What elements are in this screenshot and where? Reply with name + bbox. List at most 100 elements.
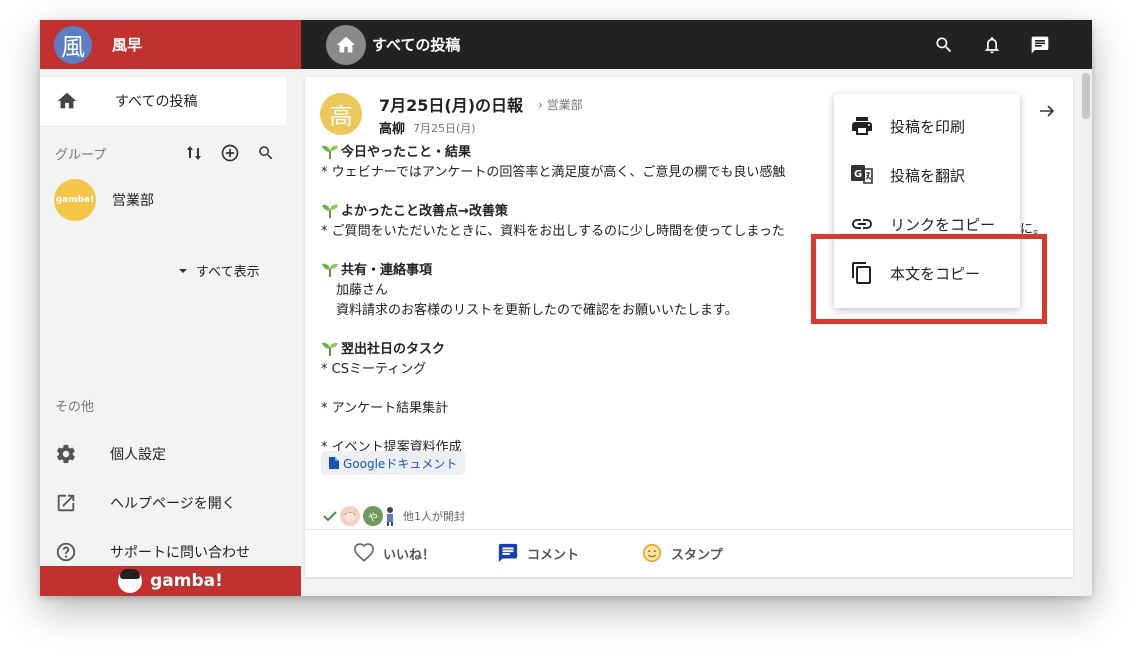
gamba-footer[interactable]: gamba!: [40, 566, 301, 596]
sidebar-item-help[interactable]: ヘルプページを開く: [55, 488, 236, 518]
help-circle-icon: [56, 542, 76, 562]
comment-label: コメント: [527, 547, 580, 563]
group-header: グループ: [55, 141, 277, 165]
menu-item-label: 本文をコピー: [890, 264, 981, 283]
sidebar-item-group[interactable]: gamba! 営業部: [54, 179, 154, 221]
author-avatar[interactable]: 高: [320, 93, 362, 135]
sidebar-nav: すべての投稿 グループ gamba! 営業部 すべて表示: [40, 69, 286, 360]
brand-logo[interactable]: 風: [54, 25, 92, 64]
document-icon: [329, 457, 339, 469]
comment-button[interactable]: コメント: [497, 542, 579, 564]
post-group-link[interactable]: › 営業部: [538, 96, 583, 113]
brand-name[interactable]: 風早: [112, 34, 142, 55]
search-icon: [259, 146, 273, 160]
sidebar-item-label: 個人設定: [110, 447, 166, 463]
post-date: 7月25日(月): [413, 122, 476, 135]
comment-icon: [498, 543, 518, 563]
page-title: すべての投稿: [372, 36, 461, 54]
add-circle-icon: [221, 144, 239, 162]
menu-item-print[interactable]: 投稿を印刷: [834, 102, 1020, 150]
open-post-button[interactable]: [1039, 103, 1055, 123]
sprout-icon: [322, 342, 338, 356]
menu-item-copy-body[interactable]: 本文をコピー: [834, 249, 1020, 297]
read-receipts[interactable]: や 他1人が開封: [323, 505, 465, 527]
read-count-label: 他1人が開封: [403, 510, 465, 523]
sprout-icon: [322, 145, 338, 159]
post-context-menu: 投稿を印刷 G 投稿を翻訳 リンクをコピー 本文をコピー: [834, 94, 1020, 308]
post-section-heading: 今日やったこと・結果: [321, 141, 471, 160]
group-avatar: gamba!: [54, 179, 96, 221]
menu-item-label: 投稿を印刷: [890, 117, 966, 136]
copy-icon: [852, 262, 871, 284]
reader-avatar: や: [363, 506, 383, 526]
notifications-button[interactable]: [980, 33, 1004, 57]
post-title[interactable]: 7月25日(月)の日報: [379, 92, 523, 116]
stamp-label: スタンプ: [671, 547, 723, 563]
home-icon: [57, 92, 77, 109]
svg-text:G: G: [854, 169, 862, 180]
app-window: 風 風早 すべての投稿 すべての投稿 グループ gamba! 営業部 すべて表示…: [40, 20, 1092, 596]
smiley-icon: [642, 543, 662, 563]
sprout-icon: [322, 204, 338, 218]
home-button[interactable]: [326, 24, 366, 65]
gear-icon: [56, 444, 75, 464]
like-button[interactable]: いいね！: [353, 542, 435, 564]
other-header: その他: [55, 400, 95, 415]
post-text-line: * ウェビナーではアンケートの回答率と満足度が高く、ご意見の欄でも良い感触: [321, 165, 786, 180]
sprout-icon: [322, 263, 338, 277]
caret-down-icon: [179, 268, 187, 273]
reader-avatar: [340, 506, 360, 526]
stamp-button[interactable]: スタンプ: [641, 542, 723, 564]
show-all-groups-button[interactable]: すべて表示: [178, 261, 260, 280]
sidebar-item-support[interactable]: サポートに問い合わせ: [55, 537, 250, 567]
menu-item-label: リンクをコピー: [890, 215, 996, 234]
group-header-label: グループ: [55, 147, 107, 163]
sidebar-item-label: サポートに問い合わせ: [110, 545, 250, 561]
post-text-line: * ご質問をいただいたときに、資料をお出しするのに少し時間を使ってしまった: [321, 224, 785, 239]
search-button[interactable]: [932, 33, 956, 57]
group-name: 営業部: [112, 193, 154, 209]
sort-icon: [187, 146, 201, 160]
post-text-line: 加藤さん: [336, 283, 389, 298]
scrollbar[interactable]: [1080, 69, 1092, 596]
search-groups-button[interactable]: [255, 142, 277, 164]
open-external-icon: [57, 494, 75, 512]
post-text-line: 資料請求のお客様のリストを更新したので確認をお願いいたします。: [336, 303, 738, 318]
sort-groups-button[interactable]: [183, 142, 205, 164]
post-section-heading: 翌出社日のタスク: [321, 338, 445, 357]
search-icon: [936, 37, 952, 52]
sidebar: すべての投稿 グループ gamba! 営業部 すべて表示 その他 個人設定 ヘル…: [40, 69, 301, 596]
menu-item-label: 投稿を翻訳: [890, 166, 966, 185]
scrollbar-thumb[interactable]: [1082, 73, 1090, 119]
google-doc-link[interactable]: Googleドキュメント: [321, 451, 466, 475]
sidebar-item-settings[interactable]: 個人設定: [55, 439, 166, 469]
add-group-button[interactable]: [219, 142, 241, 164]
post-text-line: * アンケート結果集計: [321, 401, 449, 416]
menu-item-copy-link[interactable]: リンクをコピー: [834, 200, 1020, 248]
person-face-icon: [345, 512, 355, 522]
like-label: いいね！: [383, 547, 436, 563]
heart-icon: [354, 543, 374, 562]
top-bar: すべての投稿: [301, 20, 1092, 69]
post-text-overflow: に。: [1020, 222, 1047, 237]
link-icon: [852, 219, 872, 229]
print-icon: [852, 117, 872, 135]
show-all-label: すべて表示: [196, 265, 260, 280]
check-icon: [323, 511, 337, 522]
arrow-right-icon: [1040, 105, 1055, 117]
post-author: 高柳: [379, 122, 406, 137]
person-figure-icon: [387, 507, 393, 526]
post-section-heading: よかったこと改善点→改善策: [321, 200, 508, 219]
message-icon: [1031, 36, 1049, 53]
post-actions: いいね！ コメント スタンプ: [305, 529, 1073, 577]
post-text-line: * CSミーティング: [321, 362, 427, 377]
messages-button[interactable]: [1028, 33, 1052, 57]
google-doc-label: Googleドキュメント: [343, 456, 458, 471]
sidebar-item-all-posts[interactable]: すべての投稿: [40, 77, 286, 125]
brand-bar: 風 風早: [40, 20, 301, 69]
gamba-logo-text: gamba!: [150, 571, 223, 591]
menu-item-translate[interactable]: G 投稿を翻訳: [834, 151, 1020, 199]
sidebar-item-label: ヘルプページを開く: [110, 496, 236, 512]
sidebar-item-label: すべての投稿: [115, 94, 198, 110]
post-section-heading: 共有・連絡事項: [321, 259, 432, 278]
